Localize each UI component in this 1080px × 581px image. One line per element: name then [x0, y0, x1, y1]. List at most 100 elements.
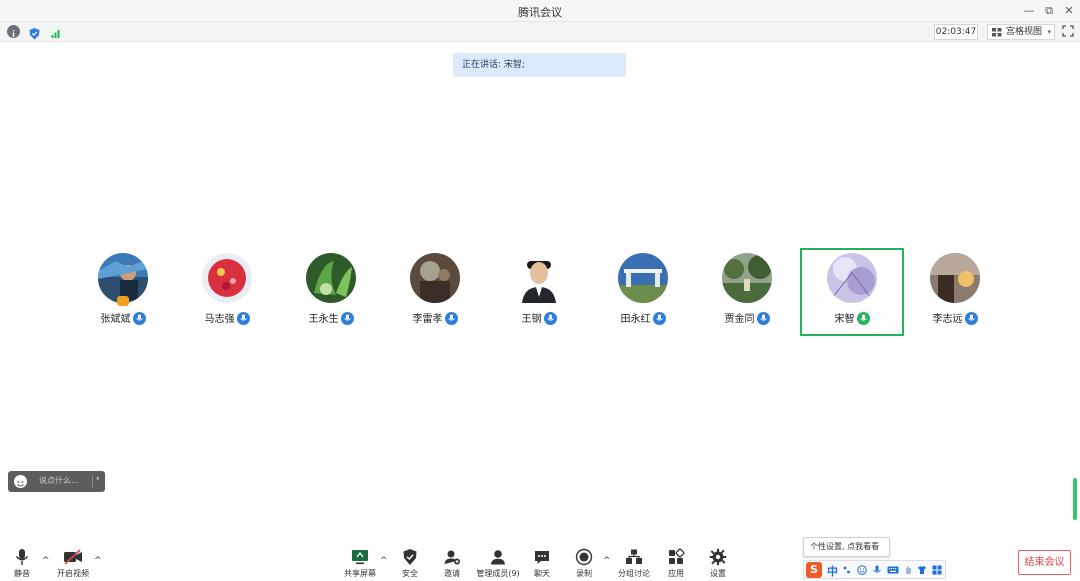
video-off-icon — [64, 549, 82, 565]
title-bar: 腾讯会议 — ⧉ ✕ — [0, 0, 1080, 22]
avatar — [618, 253, 668, 303]
shield-icon — [403, 549, 417, 565]
record-icon — [575, 548, 593, 566]
fullscreen-icon[interactable] — [1062, 25, 1074, 37]
input-method-bar[interactable]: S 中 — [803, 560, 946, 579]
participant-tile[interactable]: 贾金同 — [695, 248, 799, 336]
gear-icon — [709, 548, 727, 566]
meeting-info-bar: 02:03:47 宫格视图 ▾ — [0, 22, 1080, 42]
record-options-caret[interactable]: ^ — [603, 556, 611, 566]
ime-chinese-mode[interactable]: 中 — [827, 563, 838, 579]
keyboard-icon[interactable] — [887, 565, 899, 575]
participant-name: 张斌斌 — [100, 314, 131, 325]
participant-name: 田永红 — [620, 314, 651, 325]
participant-name: 王永生 — [308, 314, 339, 325]
share-screen-button[interactable]: 共享屏幕 — [343, 548, 377, 578]
mic-icon — [756, 311, 770, 325]
manage-members-label: 管理成员(9) — [476, 569, 520, 578]
manage-members-button[interactable]: 管理成员(9) — [476, 548, 520, 578]
apps-button[interactable]: 应用 — [664, 548, 688, 578]
mic-icon — [236, 311, 250, 325]
end-meeting-button[interactable]: 结束会议 — [1018, 550, 1071, 575]
participant-name: 李雷孝 — [412, 314, 443, 325]
apps-grid-icon — [669, 548, 685, 564]
chat-quick-input[interactable]: 说点什么... ‹ — [8, 471, 105, 492]
breakout-rooms-button[interactable]: 分组讨论 — [617, 548, 651, 578]
video-options-caret[interactable]: ^ — [94, 556, 102, 566]
chat-button[interactable]: 聊天 — [530, 548, 554, 578]
voice-input-icon[interactable] — [872, 565, 882, 575]
mic-icon — [964, 311, 978, 325]
meeting-timer: 02:03:47 — [934, 24, 978, 40]
avatar — [827, 253, 877, 303]
mic-icon — [340, 311, 354, 325]
share-screen-icon — [352, 550, 368, 565]
ime-settings-tooltip: 个性设置, 点我看看 — [803, 537, 890, 557]
shield-icon[interactable] — [28, 25, 41, 40]
mic-icon — [543, 311, 557, 325]
participant-tile[interactable]: 田永红 — [591, 248, 695, 336]
mute-button[interactable]: 静音 — [10, 548, 34, 578]
mute-label: 静音 — [14, 569, 30, 578]
participant-tile[interactable]: 王钢 — [487, 248, 591, 336]
view-mode-dropdown[interactable]: 宫格视图 ▾ — [987, 24, 1055, 40]
participant-name: 马志强 — [204, 314, 235, 325]
record-label: 录制 — [576, 569, 592, 578]
mute-options-caret[interactable]: ^ — [42, 556, 50, 566]
host-badge — [117, 296, 129, 306]
skin-shirt-icon[interactable] — [917, 565, 927, 575]
window-title: 腾讯会议 — [518, 6, 562, 19]
apps-label: 应用 — [668, 569, 684, 578]
signal-strength-icon[interactable] — [49, 25, 62, 38]
invite-label: 邀请 — [444, 569, 460, 578]
close-button[interactable]: ✕ — [1060, 2, 1078, 20]
avatar — [306, 253, 356, 303]
settings-button[interactable]: 设置 — [706, 548, 730, 578]
chat-bubble-icon — [535, 551, 549, 564]
toolbox-grid-icon[interactable] — [932, 565, 942, 575]
avatar — [202, 253, 252, 303]
info-icon[interactable] — [7, 25, 20, 38]
mic-speaking-icon — [856, 311, 870, 325]
invite-button[interactable]: 邀请 — [440, 548, 464, 578]
restore-button[interactable]: ⧉ — [1040, 2, 1058, 20]
active-speaker-banner: 正在讲话: 宋智; — [453, 53, 626, 77]
avatar — [514, 253, 564, 303]
participant-tile[interactable]: 王永生 — [279, 248, 383, 336]
members-icon — [491, 550, 505, 565]
start-video-button[interactable]: 开启视频 — [54, 548, 92, 578]
mic-icon — [444, 311, 458, 325]
invite-user-icon — [444, 550, 460, 565]
chevron-down-icon: ▾ — [1047, 28, 1051, 36]
gesture-hand-icon[interactable] — [903, 565, 913, 575]
breakout-label: 分组讨论 — [618, 569, 650, 578]
participant-grid: 张斌斌 马志强 王永生 李雷孝 王钢 田永红 贾金同 宋智 李志远 — [0, 248, 1080, 336]
participant-name: 王钢 — [521, 314, 542, 325]
participant-tile[interactable]: 李志远 — [903, 248, 1007, 336]
record-button[interactable]: 录制 — [572, 548, 596, 578]
participant-name: 贾金同 — [724, 314, 755, 325]
participant-tile[interactable]: 张斌斌 — [71, 248, 175, 336]
chat-placeholder: 说点什么... — [39, 476, 79, 485]
chevron-left-icon[interactable]: ‹ — [96, 474, 100, 484]
security-button[interactable]: 安全 — [398, 548, 422, 578]
grid-view-icon — [992, 28, 1002, 37]
settings-label: 设置 — [710, 569, 726, 578]
emoji-icon[interactable] — [857, 565, 867, 575]
participant-tile[interactable]: 马志强 — [175, 248, 279, 336]
avatar — [722, 253, 772, 303]
smiley-icon[interactable] — [14, 475, 27, 488]
minimize-button[interactable]: — — [1020, 2, 1038, 20]
scrollbar[interactable] — [1073, 478, 1077, 520]
avatar — [930, 253, 980, 303]
sogou-logo-icon[interactable]: S — [806, 562, 822, 578]
video-label: 开启视频 — [57, 569, 89, 578]
share-options-caret[interactable]: ^ — [380, 556, 388, 566]
security-label: 安全 — [402, 569, 418, 578]
mic-icon — [652, 311, 666, 325]
avatar — [410, 253, 460, 303]
punctuation-icon[interactable] — [842, 565, 852, 575]
share-screen-label: 共享屏幕 — [344, 569, 376, 578]
participant-tile[interactable]: 李雷孝 — [383, 248, 487, 336]
participant-tile-active-speaker[interactable]: 宋智 — [800, 248, 904, 336]
